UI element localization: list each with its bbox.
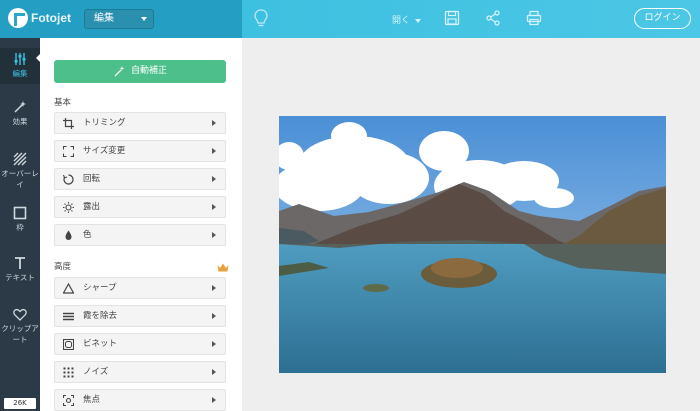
color-drop-icon <box>65 230 72 240</box>
open-label: 開く <box>392 16 411 26</box>
chevron-right-icon <box>212 120 216 126</box>
lightbulb-icon[interactable] <box>254 9 268 29</box>
active-rail-pointer <box>36 52 42 64</box>
resize-icon <box>63 146 74 157</box>
rail-item-effects[interactable]: 効果 <box>0 100 40 127</box>
magic-icon <box>14 101 26 113</box>
tool-label: 色 <box>83 230 92 240</box>
mode-select[interactable]: 編集 <box>84 9 154 29</box>
basic-section-heading: 基本 <box>54 98 72 108</box>
rail-item-edit[interactable]: 編集 <box>0 48 40 84</box>
chevron-down-icon <box>141 17 147 21</box>
rotate-icon <box>63 174 74 185</box>
tool-label: ノイズ <box>83 367 109 377</box>
logo-icon <box>8 8 28 28</box>
chevron-right-icon <box>212 176 216 182</box>
crop-icon <box>63 118 74 129</box>
sliders-icon <box>14 53 26 65</box>
tool-exposure[interactable]: 露出 <box>54 196 226 218</box>
rail-item-clipart[interactable]: クリップアート <box>0 308 40 345</box>
save-icon[interactable] <box>444 10 460 26</box>
text-icon <box>15 257 25 269</box>
logo-text: Fotojet <box>31 11 71 25</box>
rail-label-frame: 枠 <box>16 223 24 232</box>
tool-label: シャープ <box>83 283 117 293</box>
dehaze-icon <box>63 312 74 321</box>
mode-select-value: 編集 <box>94 13 114 24</box>
focus-icon <box>63 395 74 406</box>
noise-icon <box>63 367 74 378</box>
app-logo[interactable]: Fotojet <box>8 8 71 28</box>
tool-vignette[interactable]: ビネット <box>54 333 226 355</box>
chevron-right-icon <box>212 313 216 319</box>
chevron-right-icon <box>212 204 216 210</box>
rail-label-effects: 効果 <box>12 117 28 126</box>
tool-focus[interactable]: 焦点 <box>54 389 226 411</box>
chevron-right-icon <box>212 397 216 403</box>
tool-label: 露出 <box>83 202 101 212</box>
tool-label: ビネット <box>83 339 118 349</box>
tool-crop[interactable]: トリミング <box>54 112 226 134</box>
rail-count-badge: 26K <box>4 398 36 409</box>
open-menu[interactable]: 開く <box>392 13 422 26</box>
rail-item-text[interactable]: テキスト <box>0 256 40 283</box>
magic-wand-icon <box>114 66 125 77</box>
frame-icon <box>13 206 27 220</box>
rail-label-clipart: クリップアート <box>1 324 39 344</box>
tool-dehaze[interactable]: 霞を除去 <box>54 305 226 327</box>
login-button[interactable]: ログイン <box>634 8 691 29</box>
share-icon[interactable] <box>485 10 501 26</box>
exposure-icon <box>63 202 74 213</box>
rail-label-text: テキスト <box>5 273 35 282</box>
tool-label: トリミング <box>83 118 126 128</box>
chevron-right-icon <box>212 369 216 375</box>
heart-icon <box>13 308 27 321</box>
canvas-photo[interactable] <box>279 116 666 373</box>
print-icon[interactable] <box>526 10 542 26</box>
tool-label: 焦点 <box>83 395 101 405</box>
tool-label: サイズ変更 <box>83 146 126 156</box>
edit-panel: 自動補正 基本 トリミング サイズ変更 回転 露出 色 高度 シャープ 霞を除去… <box>40 38 242 411</box>
crown-icon <box>217 263 229 272</box>
rail-item-overlay[interactable]: オーバーレイ <box>0 152 40 190</box>
chevron-right-icon <box>212 285 216 291</box>
chevron-right-icon <box>212 148 216 154</box>
tool-color[interactable]: 色 <box>54 224 226 246</box>
chevron-right-icon <box>212 341 216 347</box>
rail-label-edit: 編集 <box>12 69 28 78</box>
sharpen-icon <box>63 283 74 294</box>
rail-label-overlay: オーバーレイ <box>1 169 39 189</box>
top-toolbar: Fotojet 編集 開く ログイン <box>0 0 700 38</box>
tool-rotate[interactable]: 回転 <box>54 168 226 190</box>
tool-sharpen[interactable]: シャープ <box>54 277 226 299</box>
tool-resize[interactable]: サイズ変更 <box>54 140 226 162</box>
rail-item-frame[interactable]: 枠 <box>0 206 40 233</box>
chevron-down-icon <box>415 18 422 23</box>
left-nav-rail: 編集 効果 オーバーレイ 枠 テキスト クリップアート <box>0 38 40 411</box>
small-island <box>363 284 389 292</box>
vignette-icon <box>63 339 74 350</box>
chevron-right-icon <box>212 232 216 238</box>
overlay-icon <box>13 152 27 166</box>
tool-label: 霞を除去 <box>83 311 118 321</box>
auto-fix-label: 自動補正 <box>130 66 167 76</box>
auto-fix-button[interactable]: 自動補正 <box>54 60 226 83</box>
advanced-section-heading: 高度 <box>54 262 72 272</box>
island-top <box>431 258 483 278</box>
tool-label: 回転 <box>83 174 101 184</box>
tool-noise[interactable]: ノイズ <box>54 361 226 383</box>
